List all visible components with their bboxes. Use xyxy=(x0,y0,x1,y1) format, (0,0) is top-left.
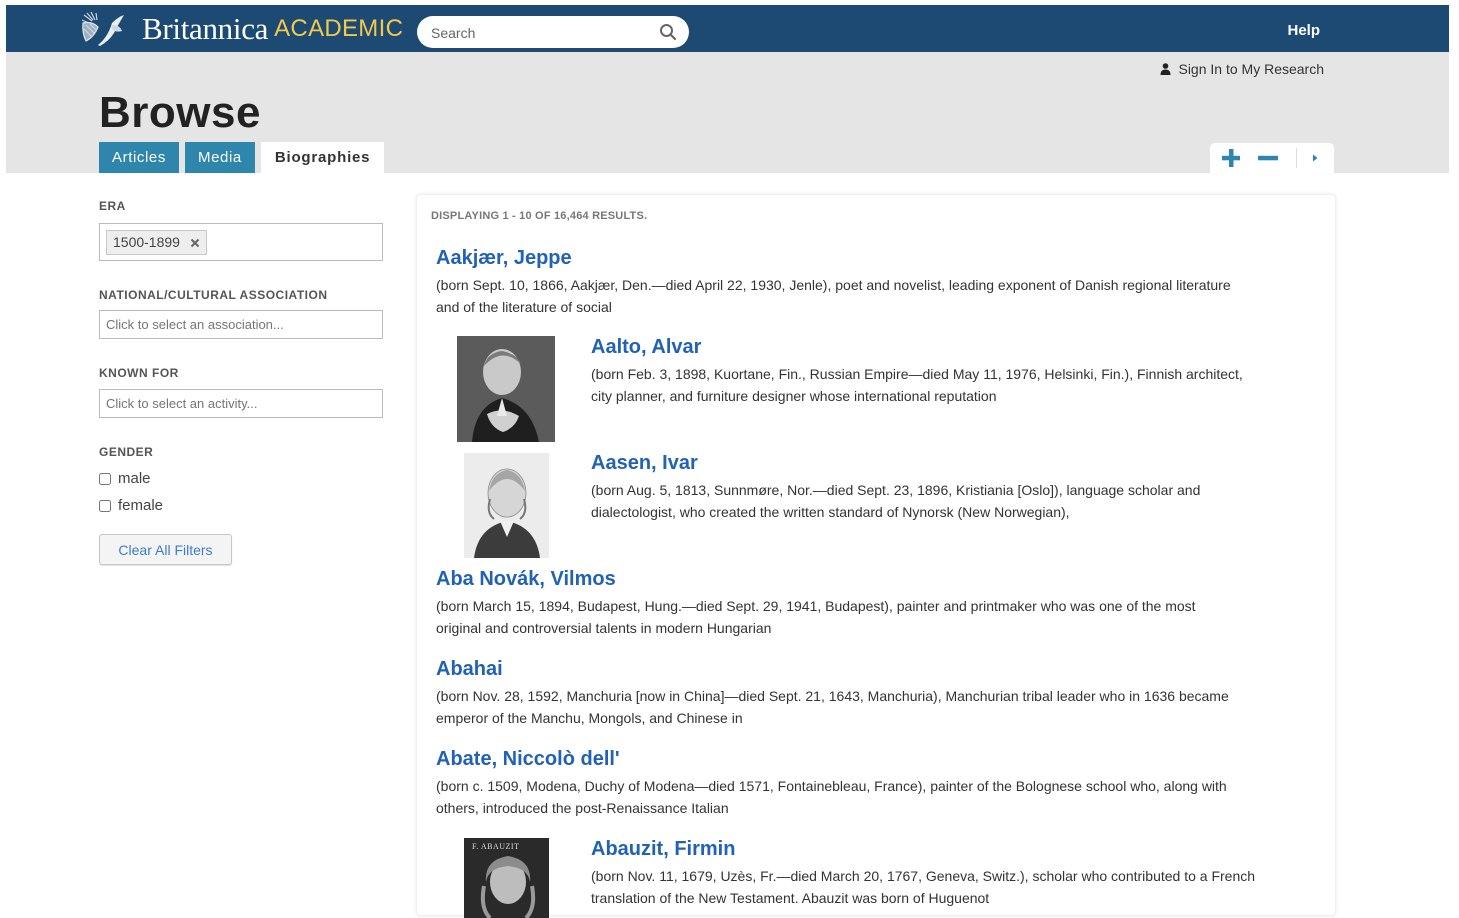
browse-tabs: Articles Media Biographies xyxy=(99,142,385,173)
clear-filters-button[interactable]: Clear All Filters xyxy=(99,534,232,565)
result-title[interactable]: Aasen, Ivar xyxy=(591,452,1316,475)
association-select[interactable] xyxy=(99,310,383,339)
result-description: (born Sept. 10, 1866, Aakjær, Den.—died … xyxy=(436,277,1231,315)
era-chip: 1500-1899 xyxy=(106,230,207,255)
gender-male-option[interactable]: male xyxy=(99,470,151,487)
activity-select[interactable] xyxy=(99,389,383,418)
result-description: (born c. 1509, Modena, Duchy of Modena—d… xyxy=(436,778,1227,816)
result-title[interactable]: Abauzit, Firmin xyxy=(591,838,1316,861)
brand-subtitle: ACADEMIC xyxy=(274,15,404,42)
result-description: (born Feb. 3, 1898, Kuortane, Fin., Russ… xyxy=(591,366,1243,404)
result-title[interactable]: Abate, Niccolò dell' xyxy=(436,748,1321,771)
result-description: (born March 15, 1894, Budapest, Hung.—di… xyxy=(436,598,1196,636)
portrait-image xyxy=(464,453,549,558)
male-checkbox[interactable] xyxy=(99,472,111,485)
portrait-image: F. ABAUZIT xyxy=(464,838,549,918)
result-thumbnail[interactable]: F. ABAUZIT xyxy=(464,838,549,918)
tab-articles[interactable]: Articles xyxy=(99,142,179,173)
gender-label: GENDER xyxy=(99,445,154,459)
help-link[interactable]: Help xyxy=(1287,22,1320,39)
known-for-label: KNOWN FOR xyxy=(99,366,179,380)
male-label: male xyxy=(118,470,151,487)
result-thumbnail[interactable] xyxy=(457,336,555,442)
top-bar: Britannica ACADEMIC Help xyxy=(6,5,1449,52)
page-title: Browse xyxy=(99,88,261,137)
britannica-logo[interactable]: Britannica ACADEMIC xyxy=(78,11,403,47)
female-checkbox[interactable] xyxy=(99,499,111,512)
search-bar xyxy=(417,16,689,48)
result-thumbnail[interactable] xyxy=(464,453,549,558)
result-title[interactable]: Aakjær, Jeppe xyxy=(436,247,1321,270)
result-item: Aasen, Ivar (born Aug. 5, 1813, Sunnmøre… xyxy=(591,452,1316,523)
sign-in-link[interactable]: Sign In to My Research xyxy=(1160,61,1324,77)
result-title[interactable]: Abahai xyxy=(436,658,1321,681)
plus-icon[interactable] xyxy=(1220,147,1242,169)
result-item: Abauzit, Firmin (born Nov. 11, 1679, Uzè… xyxy=(591,838,1316,909)
portrait-image xyxy=(457,336,555,442)
era-label: ERA xyxy=(99,199,126,213)
minus-icon[interactable] xyxy=(1257,147,1279,169)
brand-name: Britannica xyxy=(142,11,269,46)
era-select[interactable]: 1500-1899 xyxy=(99,223,383,261)
result-item: Abate, Niccolò dell' (born c. 1509, Mode… xyxy=(436,748,1321,819)
result-item: Aalto, Alvar (born Feb. 3, 1898, Kuortan… xyxy=(591,336,1316,407)
result-item: Aba Novák, Vilmos (born March 15, 1894, … xyxy=(436,568,1321,639)
sign-in-label: Sign In to My Research xyxy=(1178,61,1324,77)
result-description: (born Aug. 5, 1813, Sunnmøre, Nor.—died … xyxy=(591,482,1201,520)
caret-right-icon[interactable] xyxy=(1304,147,1326,169)
results-count: DISPLAYING 1 - 10 OF 16,464 RESULTS. xyxy=(431,210,648,222)
result-item: Abahai (born Nov. 28, 1592, Manchuria [n… xyxy=(436,658,1321,729)
association-label: NATIONAL/CULTURAL ASSOCIATION xyxy=(99,288,328,302)
search-icon[interactable] xyxy=(659,23,677,41)
result-title[interactable]: Aalto, Alvar xyxy=(591,336,1316,359)
tab-biographies[interactable]: Biographies xyxy=(260,142,385,173)
gender-female-option[interactable]: female xyxy=(99,497,163,514)
era-chip-label: 1500-1899 xyxy=(113,234,180,250)
result-title[interactable]: Aba Novák, Vilmos xyxy=(436,568,1321,591)
divider xyxy=(1296,148,1297,168)
close-icon[interactable] xyxy=(190,238,200,248)
result-description: (born Nov. 11, 1679, Uzès, Fr.—died Marc… xyxy=(591,868,1256,906)
results-panel: DISPLAYING 1 - 10 OF 16,464 RESULTS. Aak… xyxy=(416,194,1336,918)
tab-media[interactable]: Media xyxy=(184,142,255,173)
search-input[interactable] xyxy=(429,21,653,45)
female-label: female xyxy=(118,497,164,514)
thistle-logo-icon xyxy=(81,11,124,46)
user-icon xyxy=(1160,63,1171,75)
portrait-caption: F. ABAUZIT xyxy=(472,842,519,851)
result-description: (born Nov. 28, 1592, Manchuria [now in C… xyxy=(436,688,1229,726)
result-item: Aakjær, Jeppe (born Sept. 10, 1866, Aakj… xyxy=(436,247,1321,318)
view-controls xyxy=(1210,143,1334,173)
